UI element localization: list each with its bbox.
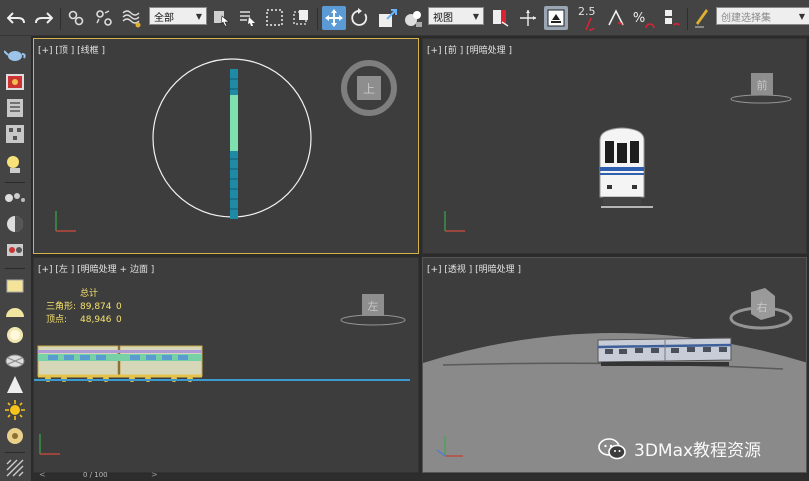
toolbar-divider <box>60 8 61 30</box>
move-icon[interactable] <box>322 6 346 30</box>
mirror-icon[interactable] <box>516 6 540 30</box>
align-icon[interactable] <box>544 6 568 30</box>
viewcube-ring <box>730 94 792 104</box>
viewport-top-canvas: 上 <box>55 58 397 232</box>
hemisphere-icon[interactable] <box>3 299 27 323</box>
viewcube-face-label: 右 <box>757 300 768 314</box>
frame-counter: 0 / 100 <box>83 471 108 479</box>
light-icon[interactable] <box>3 152 27 176</box>
link-icon[interactable] <box>64 6 88 30</box>
viewcube-face-label: 前 <box>757 78 768 92</box>
undo-icon[interactable] <box>4 6 28 30</box>
geosphere-icon[interactable] <box>3 348 27 372</box>
chevron-down-icon: ▼ <box>195 11 202 21</box>
viewport-left[interactable]: [+] [左 ] [明暗处理 + 边面 ] 总计 三角形: 89,874 0 顶… <box>33 257 419 473</box>
toolbar-divider <box>5 452 25 453</box>
time-slider[interactable]: < 0 / 100 > <box>33 470 809 481</box>
left-command-bar <box>0 36 31 481</box>
edit-named-sel-icon[interactable] <box>690 6 714 30</box>
scale-icon[interactable] <box>376 6 400 30</box>
viewcube-face-label: 左 <box>368 300 379 313</box>
camera-icon[interactable] <box>3 212 27 236</box>
toolbar-divider <box>5 182 25 183</box>
torus-icon[interactable] <box>3 424 27 448</box>
selection-filter-dropdown[interactable]: 全部 ▼ <box>149 7 207 25</box>
render-frame-icon[interactable] <box>3 70 27 94</box>
select-by-name-icon[interactable] <box>236 6 260 30</box>
select-object-icon[interactable] <box>210 6 234 30</box>
particle-icon[interactable] <box>3 186 27 210</box>
viewport-left-canvas: 左 <box>34 294 410 455</box>
track-line <box>34 379 410 381</box>
ref-coord-dropdown[interactable]: 视图 ▼ <box>428 7 484 25</box>
spinner-snap-icon[interactable] <box>660 6 684 30</box>
chevron-down-icon: ▼ <box>798 11 805 21</box>
viewcube-face-label: 上 <box>363 82 375 96</box>
ref-coord-value: 视图 <box>433 12 453 24</box>
angle-snap-value: 2.5 <box>578 5 596 18</box>
window-crossing-icon[interactable] <box>290 6 314 30</box>
watermark-text: 3DMax教程资源 <box>634 441 762 461</box>
train-front-view <box>599 127 653 208</box>
toolbar-divider <box>317 8 318 30</box>
sphere-icon[interactable] <box>3 323 27 347</box>
train-side-view <box>37 345 203 382</box>
render-setup-icon[interactable] <box>3 238 27 262</box>
cone-icon[interactable] <box>3 373 27 397</box>
angle-snap-icon[interactable]: 2.5 <box>576 5 600 31</box>
redo-icon[interactable] <box>32 6 56 30</box>
percent-snap-icon[interactable]: % <box>632 6 656 30</box>
named-selection-input[interactable]: 创建选择集 ▼ <box>716 7 809 25</box>
wechat-icon <box>598 437 626 459</box>
chevron-down-icon: ▼ <box>472 11 479 21</box>
selection-filter-value: 全部 <box>154 12 174 24</box>
teapot-icon[interactable] <box>3 42 27 66</box>
use-pivot-icon[interactable] <box>402 6 426 30</box>
viewport-top[interactable]: [+] [顶 ] [线框 ] 上 <box>33 38 419 254</box>
sun-icon[interactable] <box>3 398 27 422</box>
toolbar-divider <box>5 268 25 269</box>
named-selection-placeholder: 创建选择集 <box>721 12 771 24</box>
watermark: 3DMax教程资源 <box>598 436 761 461</box>
rotate-icon[interactable] <box>348 6 372 30</box>
rect-region-icon[interactable] <box>263 6 287 30</box>
viewcube-ring <box>340 314 406 326</box>
plane-icon[interactable] <box>3 274 27 298</box>
train-highlight <box>230 95 238 151</box>
viewport-front-canvas: 前 <box>444 73 792 232</box>
viewport-front[interactable]: [+] [前 ] [明暗处理 ] 前 <box>422 38 807 254</box>
toolbar-divider <box>687 8 688 30</box>
chevron-right-icon[interactable]: > <box>151 470 158 479</box>
snap-toggle-icon[interactable] <box>604 6 628 30</box>
schematic-view-icon[interactable] <box>3 122 27 146</box>
main-toolbar: 全部 ▼ 视图 ▼ 2.5 % 创建选择集 ▼ <box>0 0 809 36</box>
unlink-icon[interactable] <box>92 6 116 30</box>
layer-manager-icon[interactable] <box>3 96 27 120</box>
bind-spacewarp-icon[interactable] <box>120 6 144 30</box>
chevron-left-icon[interactable]: < <box>39 470 46 479</box>
select-manipulate-icon[interactable] <box>488 6 512 30</box>
grid-pattern-icon[interactable] <box>3 456 27 480</box>
